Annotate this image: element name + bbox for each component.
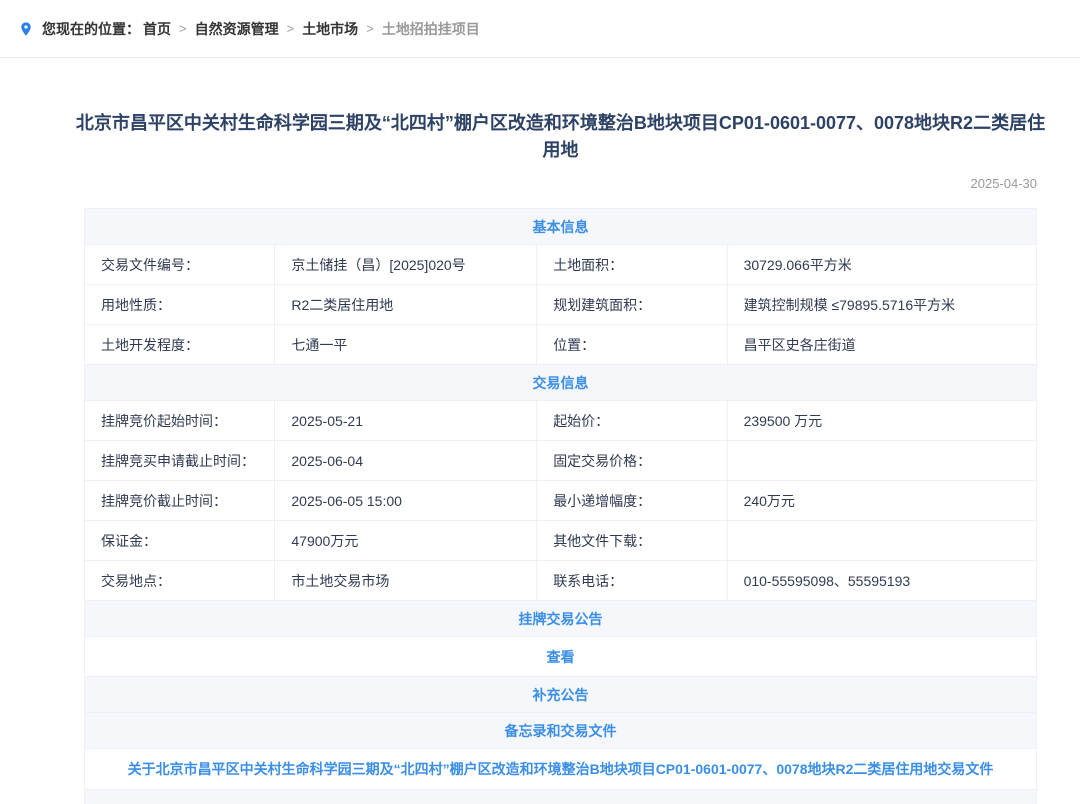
next-section-partial xyxy=(85,790,1037,804)
table-row: 交易地点： 市土地交易市场 联系电话： 010-55595098、5559519… xyxy=(85,561,1037,601)
next-section-partial-cell xyxy=(85,790,1037,804)
field-value xyxy=(727,521,1036,561)
section-title: 备忘录和交易文件 xyxy=(85,713,1037,749)
field-value xyxy=(727,441,1036,481)
field-label: 挂牌竞买申请截止时间： xyxy=(85,441,275,481)
table-row: 保证金： 47900万元 其他文件下载： xyxy=(85,521,1037,561)
section-title: 补充公告 xyxy=(85,677,1037,713)
field-value: 239500 万元 xyxy=(727,401,1036,441)
breadcrumb-item-natural-resources[interactable]: 自然资源管理 xyxy=(195,19,279,39)
breadcrumb-item-current: 土地招拍挂项目 xyxy=(382,19,480,39)
section-header-supplement-notice: 补充公告 xyxy=(85,677,1037,713)
field-value: 京土储挂（昌）[2025]020号 xyxy=(275,245,537,285)
section-title: 交易信息 xyxy=(85,365,1037,401)
field-label: 用地性质： xyxy=(85,285,275,325)
breadcrumb: 您现在的位置： 首页 > 自然资源管理 > 土地市场 > 土地招拍挂项目 xyxy=(0,0,1080,58)
field-label: 交易地点： xyxy=(85,561,275,601)
field-label: 规划建筑面积： xyxy=(537,285,727,325)
section-header-basic-info: 基本信息 xyxy=(85,209,1037,245)
table-row: 挂牌竞买申请截止时间： 2025-06-04 固定交易价格： xyxy=(85,441,1037,481)
field-label: 位置： xyxy=(537,325,727,365)
table-row: 交易文件编号： 京土储挂（昌）[2025]020号 土地面积： 30729.06… xyxy=(85,245,1037,285)
breadcrumb-prefix: 您现在的位置： xyxy=(42,19,140,39)
memo-doc-cell: 关于北京市昌平区中关村生命科学园三期及“北四村”棚户区改造和环境整治B地块项目C… xyxy=(85,749,1037,790)
field-label: 最小递增幅度： xyxy=(537,481,727,521)
section-header-memo-docs: 备忘录和交易文件 xyxy=(85,713,1037,749)
publish-date: 2025-04-30 xyxy=(84,176,1037,191)
field-value: 010-55595098、55595193 xyxy=(727,561,1036,601)
field-label: 交易文件编号： xyxy=(85,245,275,285)
table-row: 用地性质： R2二类居住用地 规划建筑面积： 建筑控制规模 ≤79895.571… xyxy=(85,285,1037,325)
land-parcel-info-table: 基本信息 交易文件编号： 京土储挂（昌）[2025]020号 土地面积： 307… xyxy=(84,208,1037,804)
field-label: 起始价： xyxy=(537,401,727,441)
field-value: 昌平区史各庄街道 xyxy=(727,325,1036,365)
field-value: R2二类居住用地 xyxy=(275,285,537,325)
main-content: 北京市昌平区中关村生命科学园三期及“北四村”棚户区改造和环境整治B地块项目CP0… xyxy=(84,58,1037,804)
field-label: 固定交易价格： xyxy=(537,441,727,481)
location-pin-icon xyxy=(18,19,34,39)
breadcrumb-item-land-market[interactable]: 土地市场 xyxy=(302,19,358,39)
field-value: 240万元 xyxy=(727,481,1036,521)
field-label: 土地开发程度： xyxy=(85,325,275,365)
field-value: 2025-06-05 15:00 xyxy=(275,481,537,521)
table-row: 挂牌竞价截止时间： 2025-06-05 15:00 最小递增幅度： 240万元 xyxy=(85,481,1037,521)
field-value: 47900万元 xyxy=(275,521,537,561)
field-label: 挂牌竞价截止时间： xyxy=(85,481,275,521)
trade-document-link[interactable]: 关于北京市昌平区中关村生命科学园三期及“北四村”棚户区改造和环境整治B地块项目C… xyxy=(128,761,994,777)
memo-doc-row: 关于北京市昌平区中关村生命科学园三期及“北四村”棚户区改造和环境整治B地块项目C… xyxy=(85,749,1037,790)
section-header-trade-info: 交易信息 xyxy=(85,365,1037,401)
view-link[interactable]: 查看 xyxy=(547,649,575,665)
breadcrumb-item-home[interactable]: 首页 xyxy=(143,19,171,39)
field-label: 其他文件下载： xyxy=(537,521,727,561)
field-label: 保证金： xyxy=(85,521,275,561)
field-value: 建筑控制规模 ≤79895.5716平方米 xyxy=(727,285,1036,325)
table-row: 土地开发程度： 七通一平 位置： 昌平区史各庄街道 xyxy=(85,325,1037,365)
listing-view-cell: 查看 xyxy=(85,637,1037,677)
field-value: 2025-05-21 xyxy=(275,401,537,441)
breadcrumb-separator: > xyxy=(179,21,187,36)
field-value: 30729.066平方米 xyxy=(727,245,1036,285)
field-value: 2025-06-04 xyxy=(275,441,537,481)
field-value: 市土地交易市场 xyxy=(275,561,537,601)
table-row: 挂牌竞价起始时间： 2025-05-21 起始价： 239500 万元 xyxy=(85,401,1037,441)
listing-view-row: 查看 xyxy=(85,637,1037,677)
field-label: 联系电话： xyxy=(537,561,727,601)
section-title: 基本信息 xyxy=(85,209,1037,245)
breadcrumb-separator: > xyxy=(366,21,374,36)
breadcrumb-separator: > xyxy=(287,21,295,36)
section-title: 挂牌交易公告 xyxy=(85,601,1037,637)
page-title: 北京市昌平区中关村生命科学园三期及“北四村”棚户区改造和环境整治B地块项目CP0… xyxy=(72,110,1049,164)
section-header-listing-notice: 挂牌交易公告 xyxy=(85,601,1037,637)
field-label: 挂牌竞价起始时间： xyxy=(85,401,275,441)
field-value: 七通一平 xyxy=(275,325,537,365)
field-label: 土地面积： xyxy=(537,245,727,285)
